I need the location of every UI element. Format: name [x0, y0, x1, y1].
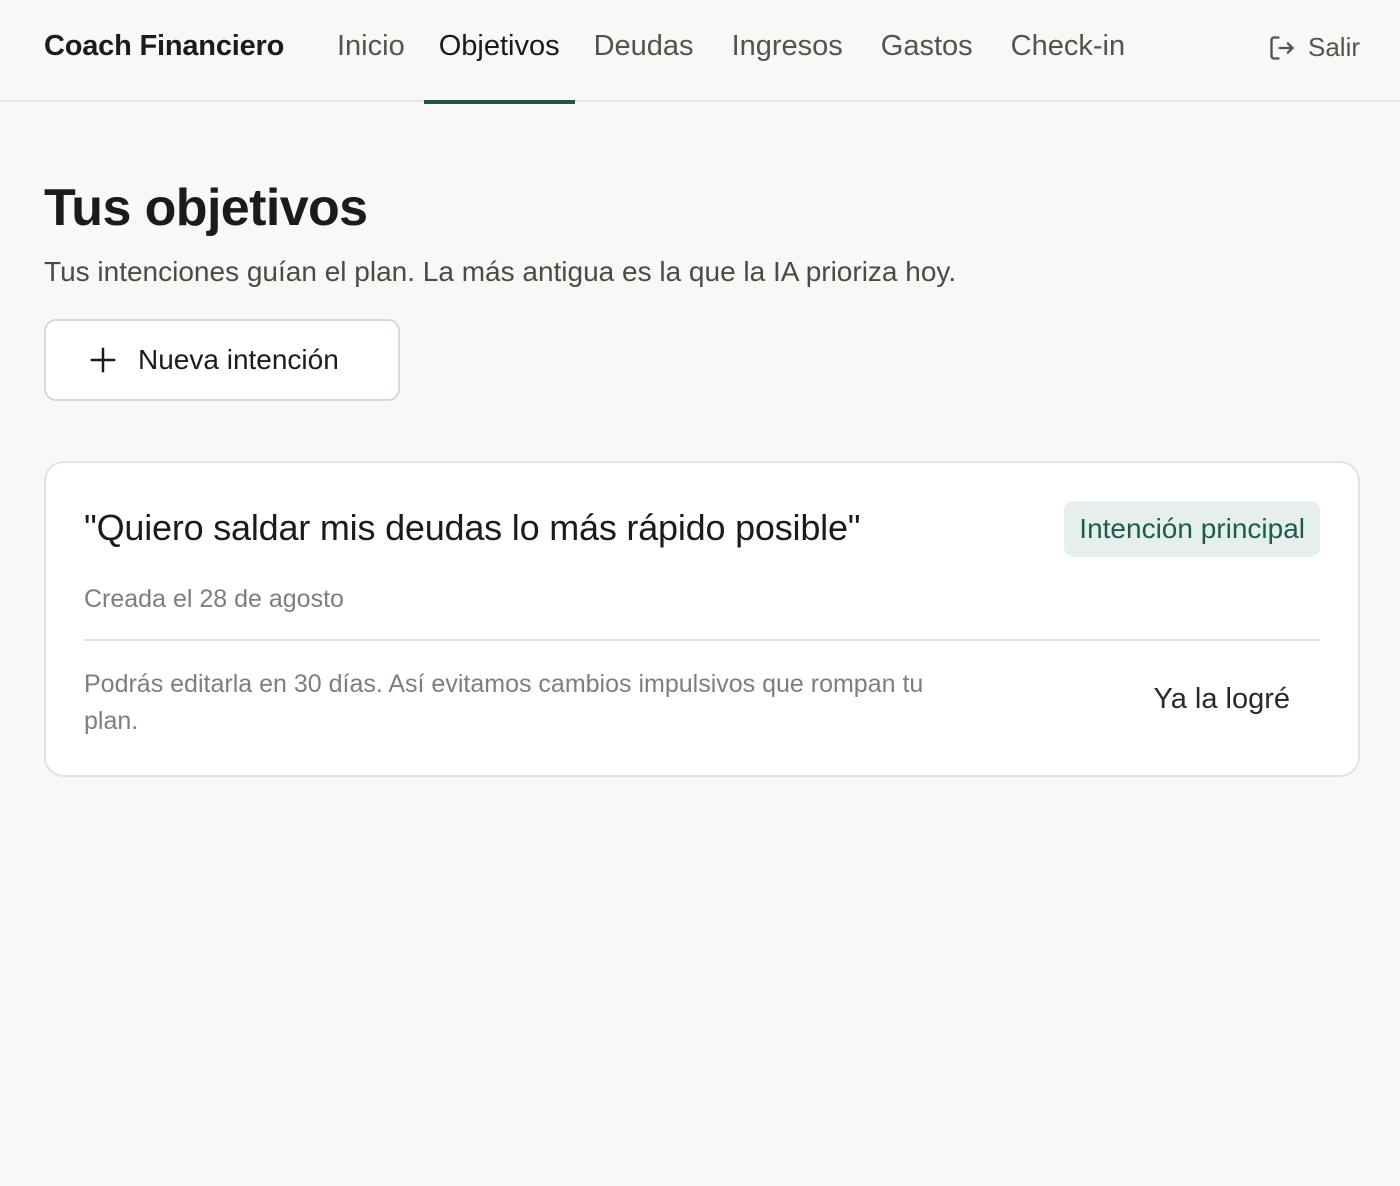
main-nav: Inicio Objetivos Deudas Ingresos Gastos … — [318, 0, 1144, 104]
mark-achieved-button[interactable]: Ya la logré — [1154, 683, 1291, 716]
card-divider — [84, 639, 1320, 641]
brand-logo[interactable]: Coach Financiero — [44, 30, 284, 63]
main-intention-badge: Intención principal — [1064, 501, 1320, 557]
nav-item-gastos[interactable]: Gastos — [862, 0, 992, 102]
logout-icon — [1270, 35, 1294, 60]
nav-item-inicio[interactable]: Inicio — [318, 0, 424, 102]
new-intention-button[interactable]: Nueva intención — [44, 319, 400, 401]
edit-lock-note: Podrás editarla en 30 días. Así evitamos… — [84, 670, 924, 735]
plus-icon — [90, 347, 116, 373]
page-title: Tus objetivos — [44, 179, 368, 237]
goal-quote: "Quiero saldar mis deudas lo más rápido … — [84, 507, 861, 548]
nav-item-ingresos[interactable]: Ingresos — [713, 0, 862, 102]
logout-label: Salir — [1307, 32, 1360, 62]
goal-card: "Quiero saldar mis deudas lo más rápido … — [44, 461, 1360, 777]
goal-created-date: Creada el 28 de agosto — [84, 585, 344, 613]
page-subtitle: Tus intenciones guían el plan. La más an… — [44, 256, 957, 287]
nav-item-deudas[interactable]: Deudas — [575, 0, 713, 102]
nav-item-objetivos[interactable]: Objetivos — [423, 0, 575, 104]
top-navigation-bar: Coach Financiero Inicio Objetivos Deudas… — [0, 0, 1400, 104]
nav-item-check-in[interactable]: Check-in — [992, 0, 1144, 102]
logout-button[interactable]: Salir — [1268, 32, 1360, 63]
new-intention-label: Nueva intención — [138, 344, 339, 375]
